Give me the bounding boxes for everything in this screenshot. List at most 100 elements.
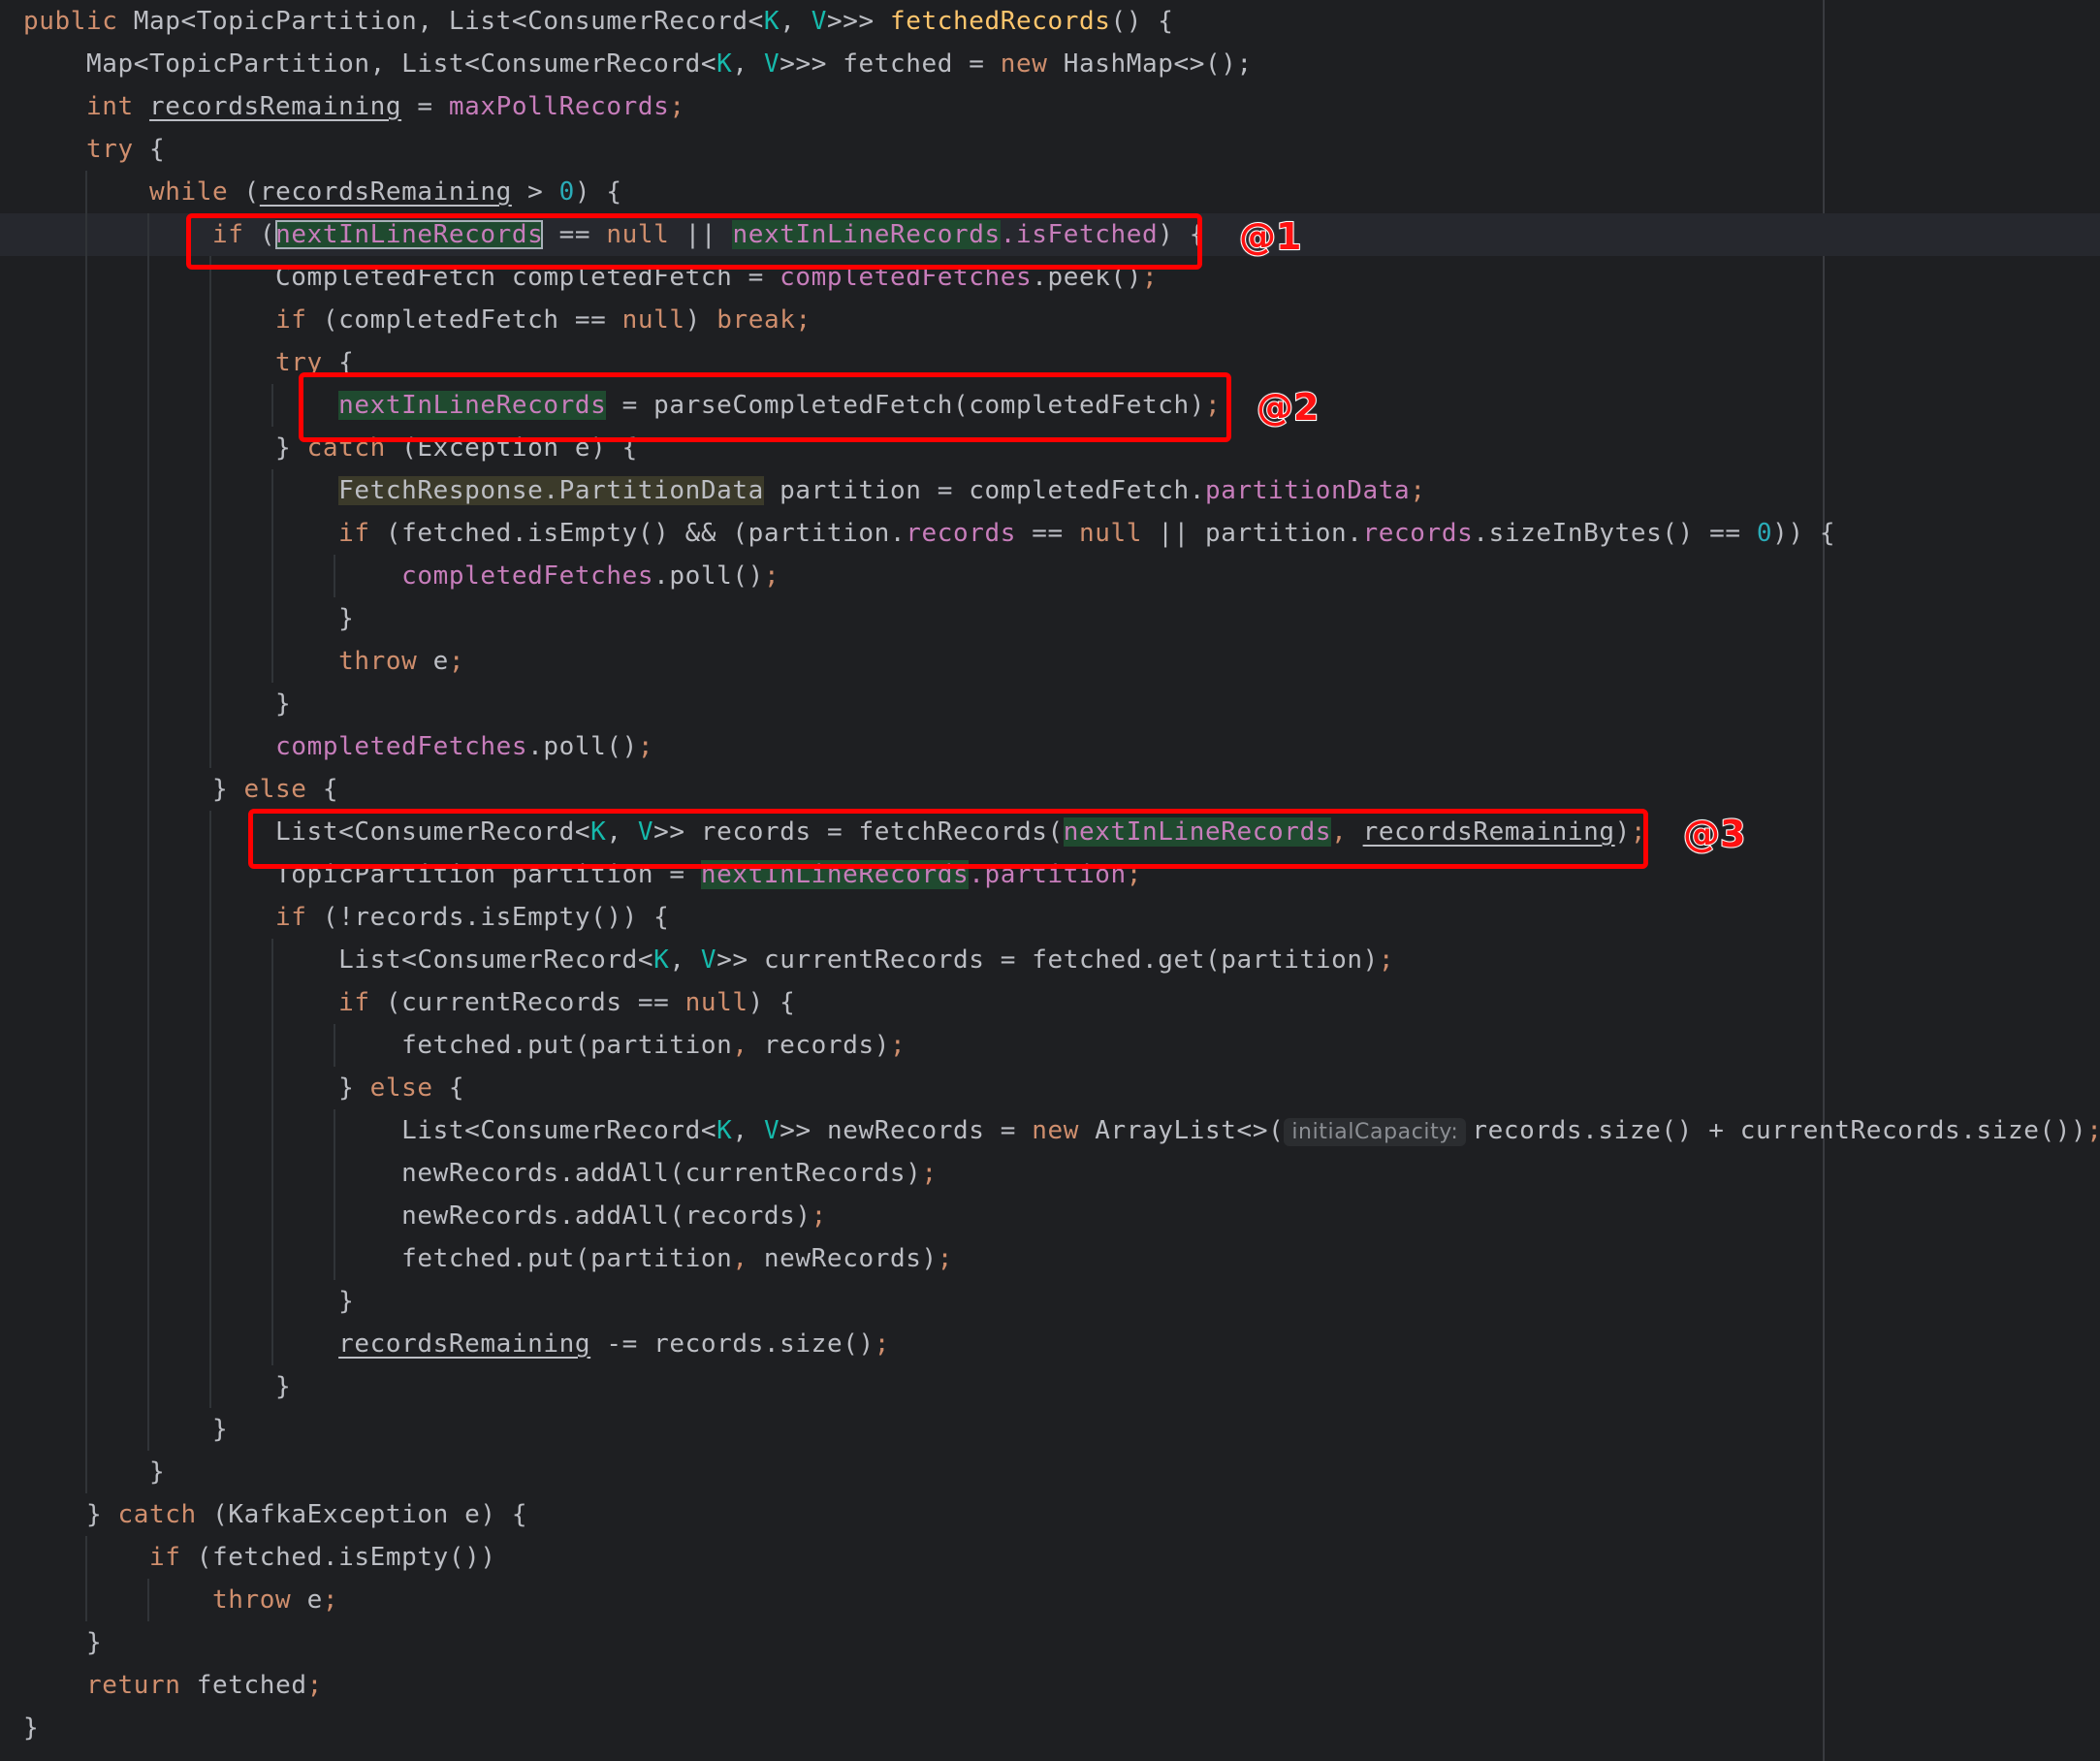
indent-guide: [147, 811, 149, 853]
code-line[interactable]: } else {: [0, 768, 2100, 811]
code-line[interactable]: }: [0, 1451, 2100, 1493]
code-token: (!records.isEmpty()) {: [322, 903, 670, 932]
code-token: ,: [732, 1031, 764, 1060]
code-line[interactable]: newRecords.addAll(currentRecords);: [0, 1152, 2100, 1195]
code-token: 0: [1756, 519, 1773, 548]
code-line[interactable]: completedFetches.poll();: [0, 555, 2100, 597]
code-token: newRecords.addAll(records): [23, 1201, 811, 1231]
indent-guide: [85, 768, 87, 811]
code-line[interactable]: }: [0, 597, 2100, 640]
indent-guide: [209, 1067, 211, 1109]
code-line[interactable]: throw e;: [0, 640, 2100, 683]
code-line[interactable]: fetched.put(partition, newRecords);: [0, 1237, 2100, 1280]
code-line[interactable]: recordsRemaining -= records.size();: [0, 1323, 2100, 1365]
code-line[interactable]: if (completedFetch == null) break;: [0, 299, 2100, 341]
code-token: ) {: [748, 988, 796, 1017]
code-token: ,: [732, 49, 764, 79]
annotation-box-1: [186, 213, 1202, 270]
code-line[interactable]: }: [0, 1621, 2100, 1664]
indent-guide: [85, 1408, 87, 1451]
indent-guide: [271, 640, 273, 683]
code-token: maxPollRecords: [448, 92, 670, 121]
code-token: .poll(): [527, 732, 638, 761]
code-editor[interactable]: public Map<TopicPartition, List<Consumer…: [0, 0, 2100, 1761]
indent-guide: [209, 555, 211, 597]
indent-guide: [147, 299, 149, 341]
code-token: >>>: [826, 7, 890, 36]
indent-guide: [271, 512, 273, 555]
code-token: ;: [874, 1329, 890, 1359]
code-line[interactable]: public Map<TopicPartition, List<Consumer…: [0, 0, 2100, 43]
code-token: partitionData: [1205, 476, 1411, 505]
code-line[interactable]: try {: [0, 128, 2100, 171]
indent-guide: [85, 981, 87, 1024]
code-token: ): [684, 305, 717, 335]
code-token: Map<TopicPartition, List<ConsumerRecord<: [133, 7, 764, 36]
indent-guide: [85, 1323, 87, 1365]
code-token: || partition.: [1142, 519, 1363, 548]
indent-guide: [147, 1323, 149, 1365]
code-line[interactable]: int recordsRemaining = maxPollRecords;: [0, 85, 2100, 128]
code-token: >: [511, 177, 559, 207]
code-token: ,: [669, 945, 701, 975]
code-token: V: [811, 7, 827, 36]
code-line[interactable]: FetchResponse.PartitionData partition = …: [0, 469, 2100, 512]
code-line[interactable]: newRecords.addAll(records);: [0, 1195, 2100, 1237]
indent-guide: [334, 1195, 335, 1237]
code-line[interactable]: List<ConsumerRecord<K, V>> newRecords = …: [0, 1109, 2100, 1152]
annotation-label-3: @3: [1682, 812, 1746, 856]
indent-guide: [85, 469, 87, 512]
code-token: e: [306, 1585, 323, 1615]
code-token: new: [1032, 1116, 1096, 1145]
code-line[interactable]: }: [0, 1707, 2100, 1749]
indent-guide: [271, 981, 273, 1024]
code-line[interactable]: }: [0, 1365, 2100, 1408]
indent-guide: [271, 597, 273, 640]
code-line[interactable]: Map<TopicPartition, List<ConsumerRecord<…: [0, 43, 2100, 85]
code-token: partition = completedFetch.: [763, 476, 1206, 505]
annotation-box-2: [299, 372, 1231, 442]
code-token: break;: [716, 305, 811, 335]
code-token: ;: [937, 1244, 953, 1273]
code-line[interactable]: return fetched;: [0, 1664, 2100, 1707]
code-token: ,: [780, 7, 811, 36]
code-token: (completedFetch ==: [322, 305, 622, 335]
code-token: records): [763, 1031, 890, 1060]
code-line[interactable]: while (recordsRemaining > 0) {: [0, 171, 2100, 213]
code-token: new: [1000, 49, 1064, 79]
indent-guide: [147, 1195, 149, 1237]
code-token: }: [23, 1500, 118, 1529]
code-token: (fetched.isEmpty() && (partition.: [385, 519, 907, 548]
code-token: }: [23, 433, 307, 463]
code-token: V: [700, 945, 717, 975]
code-token: {: [322, 775, 339, 804]
code-line[interactable]: if (fetched.isEmpty()): [0, 1536, 2100, 1579]
indent-guide: [147, 768, 149, 811]
code-token: }: [23, 1713, 40, 1743]
code-line[interactable]: throw e;: [0, 1579, 2100, 1621]
code-token: try: [23, 348, 339, 377]
code-token: else: [369, 1073, 449, 1103]
code-line[interactable]: completedFetches.poll();: [0, 725, 2100, 768]
code-token: }: [23, 689, 292, 719]
code-line[interactable]: }: [0, 1408, 2100, 1451]
code-token: (KafkaException e) {: [212, 1500, 528, 1529]
code-line[interactable]: fetched.put(partition, records);: [0, 1024, 2100, 1067]
code-token: >> currentRecords = fetched.get(partitio…: [716, 945, 1379, 975]
indent-guide: [209, 939, 211, 981]
indent-guide: [147, 1152, 149, 1195]
code-line[interactable]: } catch (KafkaException e) {: [0, 1493, 2100, 1536]
indent-guide: [271, 1152, 273, 1195]
code-line[interactable]: if (!records.isEmpty()) {: [0, 896, 2100, 939]
code-line[interactable]: }: [0, 683, 2100, 725]
code-line[interactable]: } else {: [0, 1067, 2100, 1109]
code-token: ;: [921, 1159, 938, 1188]
code-line[interactable]: if (currentRecords == null) {: [0, 981, 2100, 1024]
code-line[interactable]: List<ConsumerRecord<K, V>> currentRecord…: [0, 939, 2100, 981]
code-line[interactable]: if (fetched.isEmpty() && (partition.reco…: [0, 512, 2100, 555]
indent-guide: [209, 1365, 211, 1408]
code-token: if: [23, 1543, 197, 1572]
code-line[interactable]: }: [0, 1280, 2100, 1323]
